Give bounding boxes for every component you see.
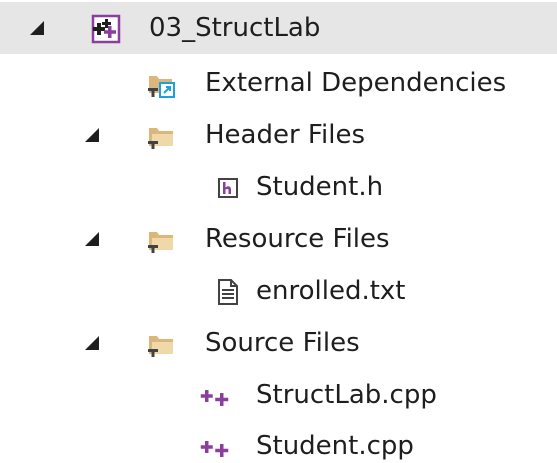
- header-files-label: Header Files: [205, 120, 365, 150]
- filter-folder-icon: [146, 121, 176, 151]
- expand-collapse-arrow-icon[interactable]: [85, 336, 99, 350]
- cpp-file-icon: [200, 432, 230, 462]
- tree-item-enrolled-txt[interactable]: enrolled.txt: [0, 265, 557, 317]
- expand-collapse-arrow-icon[interactable]: [30, 21, 44, 35]
- tree-item-resource-files[interactable]: Resource Files: [0, 213, 557, 265]
- file-label: enrolled.txt: [256, 276, 406, 306]
- file-label: Student.h: [256, 172, 384, 202]
- tree-item-project[interactable]: 03_StructLab: [0, 2, 557, 54]
- filter-folder-icon: [146, 225, 176, 255]
- resource-files-label: Resource Files: [205, 224, 390, 254]
- cpp-file-icon: [200, 381, 230, 411]
- tree-item-source-files[interactable]: Source Files: [0, 317, 557, 369]
- source-files-label: Source Files: [205, 328, 360, 358]
- external-dependencies-label: External Dependencies: [205, 68, 507, 98]
- text-file-icon: [213, 277, 243, 307]
- header-file-icon: [213, 173, 243, 203]
- cpp-project-icon: [91, 14, 121, 44]
- tree-item-header-files[interactable]: Header Files: [0, 109, 557, 161]
- file-label: StructLab.cpp: [256, 380, 437, 410]
- project-name-label: 03_StructLab: [149, 13, 321, 43]
- tree-item-structlab-cpp[interactable]: StructLab.cpp: [0, 369, 557, 421]
- file-label: Student.cpp: [256, 431, 414, 461]
- tree-item-student-h[interactable]: Student.h: [0, 161, 557, 213]
- solution-explorer-tree: 03_StructLab External Dependencies Heade…: [0, 0, 557, 463]
- tree-item-student-cpp[interactable]: Student.cpp: [0, 420, 557, 463]
- filter-folder-icon: [146, 329, 176, 359]
- expand-collapse-arrow-icon[interactable]: [85, 232, 99, 246]
- expand-collapse-arrow-icon[interactable]: [85, 128, 99, 142]
- external-dependencies-folder-icon: [146, 69, 176, 99]
- tree-item-external-dependencies[interactable]: External Dependencies: [0, 57, 557, 109]
